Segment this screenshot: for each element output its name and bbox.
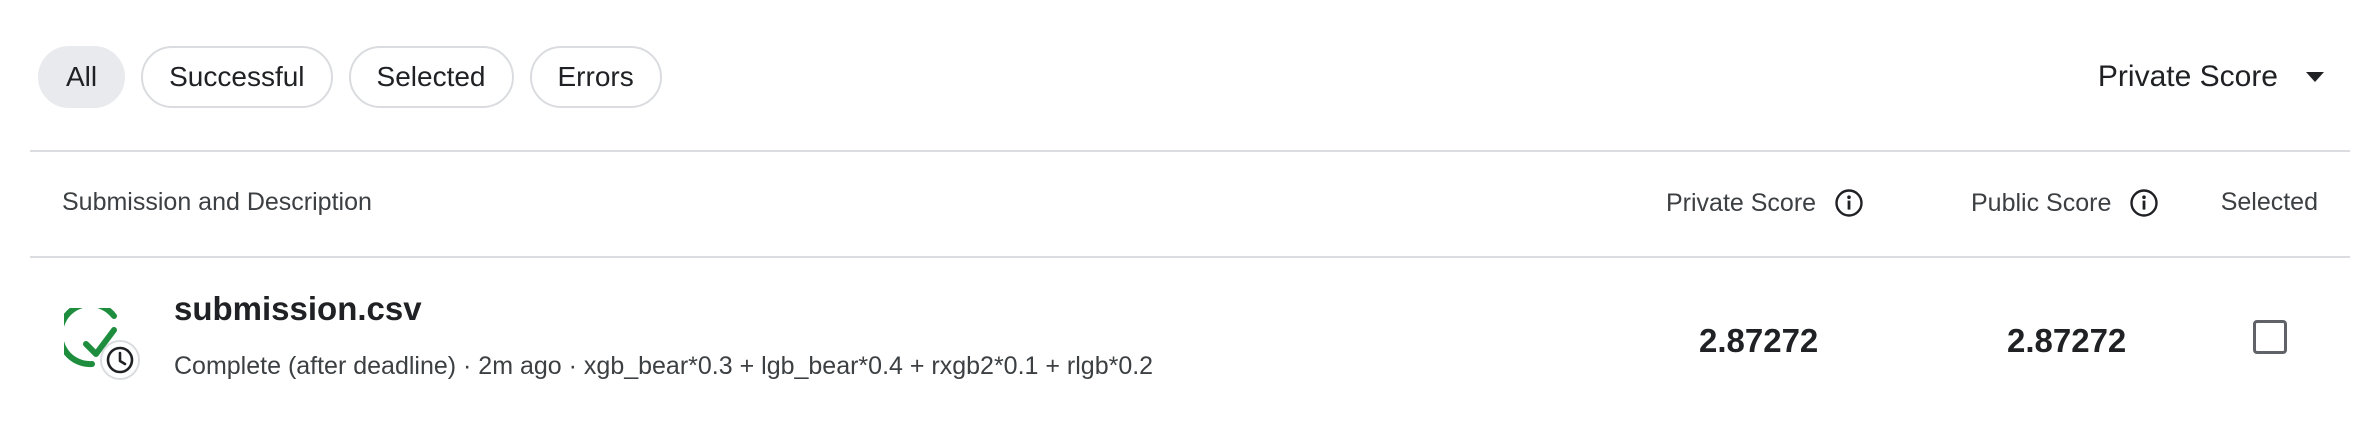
table-header: Submission and Description Private Score… [0,180,2372,224]
filter-chip-group: All Successful Selected Errors [38,46,662,108]
submission-file-name[interactable]: submission.csv [174,290,422,328]
filter-chip-selected[interactable]: Selected [348,46,514,108]
info-icon[interactable] [2129,188,2159,218]
caret-down-icon [2306,72,2324,82]
sort-dropdown[interactable]: Private Score [2098,46,2324,108]
selected-checkbox[interactable] [2253,320,2287,354]
header-private-score: Private Score [1666,188,1864,218]
info-icon[interactable] [1834,188,1864,218]
public-score-value: 2.87272 [2007,322,2127,359]
filter-chip-errors[interactable]: Errors [529,46,662,108]
private-score-value: 2.87272 [1699,322,1819,359]
sort-label: Private Score [2097,60,2278,93]
filter-chip-all[interactable]: All [38,46,126,108]
filter-chip-successful[interactable]: Successful [141,46,333,108]
header-public-score: Public Score [1971,188,2159,218]
header-selected: Selected [2220,188,2318,216]
success-late-icon [64,308,140,380]
divider [30,256,2350,258]
table-row: submission.csv Complete (after deadline)… [0,290,2372,400]
divider [30,150,2350,152]
header-submission: Submission and Description [62,188,372,216]
header-public-score-label: Public Score [1971,188,2112,217]
submission-description: Complete (after deadline) · 2m ago · xgb… [174,352,1154,380]
header-private-score-label: Private Score [1666,188,1817,217]
